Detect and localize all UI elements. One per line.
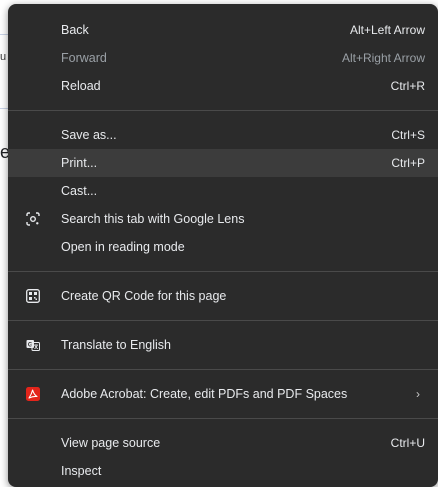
translate-icon: G <box>26 340 40 351</box>
menu-item-label: Cast... <box>61 184 98 198</box>
menu-item-label: Save as... <box>61 128 117 142</box>
menu-separator <box>8 271 438 272</box>
menu-separator <box>8 110 438 111</box>
menu-item-reading-mode[interactable]: Open in reading mode <box>8 233 438 261</box>
menu-item-qr-code[interactable]: Create QR Code for this page <box>8 282 438 310</box>
menu-item-label: Open in reading mode <box>61 240 185 254</box>
context-menu: Back Alt+Left Arrow Forward Alt+Right Ar… <box>8 4 438 487</box>
menu-item-label: Back <box>61 23 89 37</box>
menu-item-label: Translate to English <box>61 338 172 352</box>
menu-item-label: Print... <box>61 156 98 170</box>
menu-item-cast[interactable]: Cast... <box>8 177 438 205</box>
menu-item-reload[interactable]: Reload Ctrl+R <box>8 72 438 100</box>
menu-item-label: Inspect <box>61 464 102 478</box>
qr-code-icon <box>26 289 40 303</box>
menu-item-inspect[interactable]: Inspect <box>8 457 438 485</box>
menu-item-translate[interactable]: G Translate to English <box>8 331 438 359</box>
menu-item-shortcut: Alt+Right Arrow <box>341 51 425 65</box>
menu-item-back[interactable]: Back Alt+Left Arrow <box>8 16 438 44</box>
menu-item-save-as[interactable]: Save as... Ctrl+S <box>8 121 438 149</box>
background-text-fragment: u <box>0 51 7 63</box>
menu-item-shortcut: Alt+Left Arrow <box>349 23 425 37</box>
menu-item-print[interactable]: Print... Ctrl+P <box>8 149 438 177</box>
menu-item-label: Create QR Code for this page <box>61 289 227 303</box>
menu-item-google-lens[interactable]: Search this tab with Google Lens <box>8 205 438 233</box>
menu-item-forward[interactable]: Forward Alt+Right Arrow <box>8 44 438 72</box>
menu-item-label: Adobe Acrobat: Create, edit PDFs and PDF… <box>61 387 348 401</box>
menu-separator <box>8 418 438 419</box>
menu-item-view-source[interactable]: View page source Ctrl+U <box>8 429 438 457</box>
chevron-right-icon: › <box>416 387 420 401</box>
menu-item-label: Search this tab with Google Lens <box>61 212 245 226</box>
menu-separator <box>8 369 438 370</box>
menu-separator <box>8 320 438 321</box>
google-lens-icon <box>26 212 40 226</box>
menu-item-shortcut: Ctrl+S <box>391 128 425 142</box>
menu-item-label: Forward <box>61 51 107 65</box>
menu-item-adobe-acrobat[interactable]: Adobe Acrobat: Create, edit PDFs and PDF… <box>8 380 438 408</box>
menu-item-shortcut: Ctrl+P <box>391 156 425 170</box>
adobe-acrobat-icon <box>26 387 40 401</box>
menu-item-shortcut: Ctrl+U <box>390 436 425 450</box>
menu-item-label: View page source <box>61 436 161 450</box>
menu-item-shortcut: Ctrl+R <box>390 79 425 93</box>
menu-item-label: Reload <box>61 79 101 93</box>
